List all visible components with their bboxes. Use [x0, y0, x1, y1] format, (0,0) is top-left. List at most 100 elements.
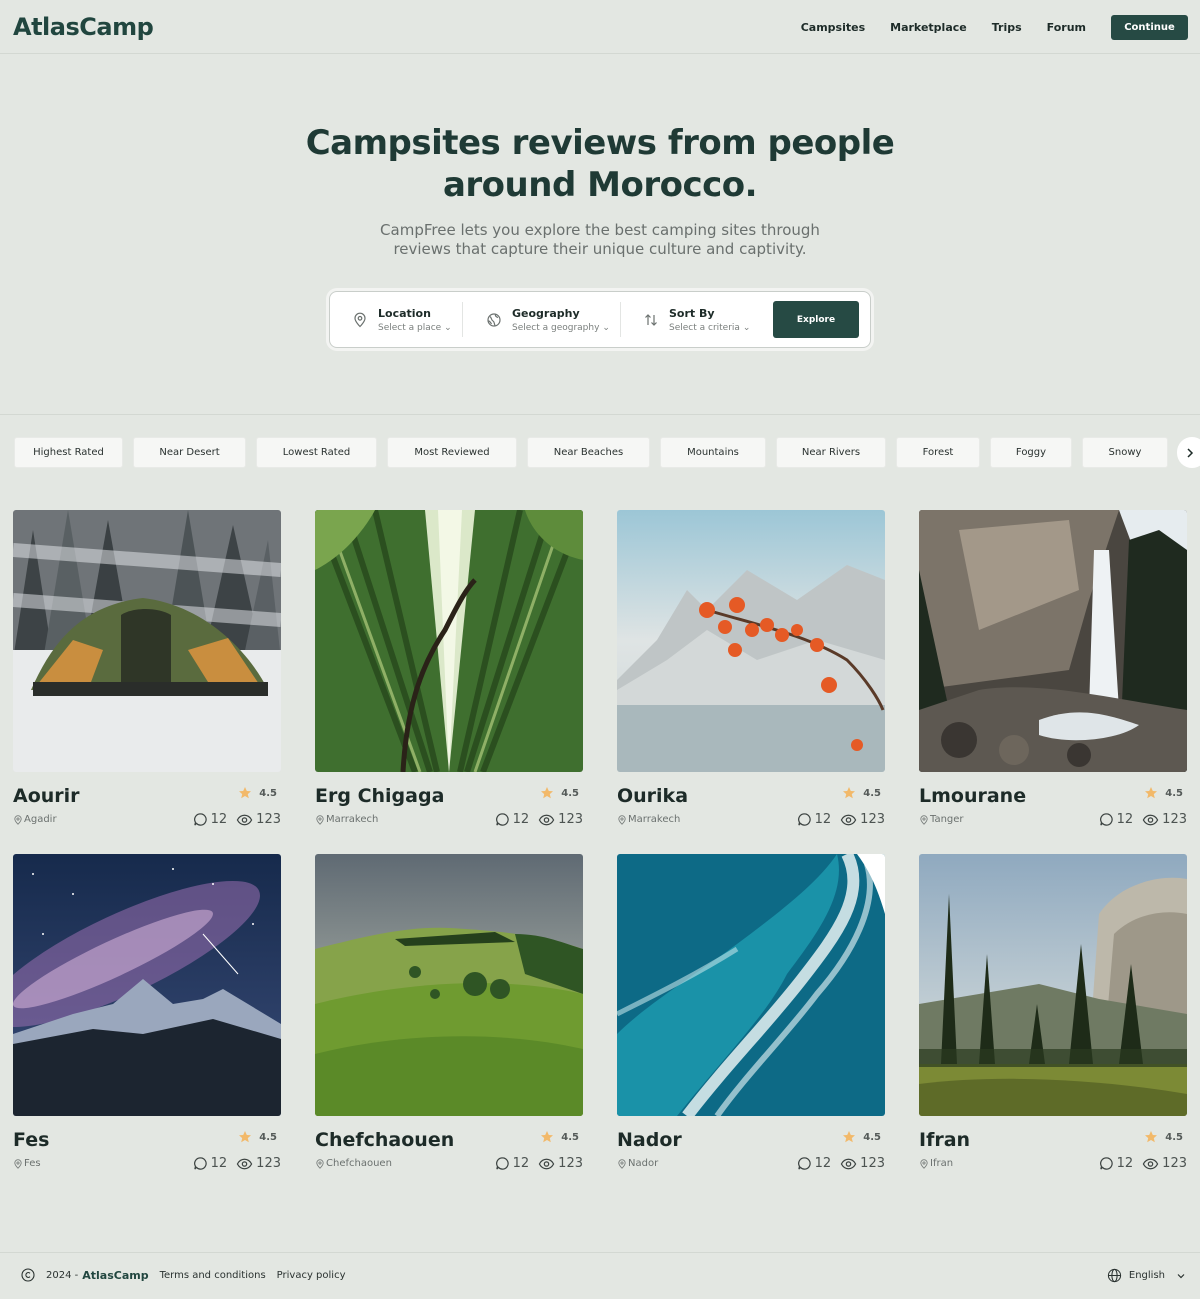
map-pin-icon — [617, 815, 627, 825]
divider — [620, 302, 621, 337]
rating: 4.5 — [540, 1130, 579, 1144]
hero-subtitle: CampFree lets you explore the best campi… — [380, 221, 820, 258]
rating: 4.5 — [1144, 1130, 1183, 1144]
map-pin-icon — [919, 1159, 929, 1169]
campsite-card-lmourane[interactable]: Lmourane 4.5 Tanger 12 123 — [919, 510, 1187, 830]
nav-campsites[interactable]: Campsites — [801, 21, 865, 34]
campsite-card-ourika[interactable]: Ourika 4.5 Marrakech 12 123 — [617, 510, 885, 830]
chevron-down-icon: ⌄ — [444, 322, 452, 333]
sort-field[interactable]: Sort By Select a criteria ⌄ — [643, 292, 750, 347]
campsite-location: Nador — [617, 1158, 658, 1169]
view-count: 123 — [860, 812, 885, 827]
comment-icon — [1099, 1156, 1114, 1171]
chip-lowest-rated[interactable]: Lowest Rated — [256, 437, 377, 468]
campsite-card-nador[interactable]: Nador 4.5 Nador 12 123 — [617, 854, 885, 1174]
campsite-stats: 12 123 — [193, 812, 281, 827]
eye-icon — [840, 813, 857, 827]
chip-foggy[interactable]: Foggy — [990, 437, 1072, 468]
nav-trips[interactable]: Trips — [992, 21, 1022, 34]
comment-icon — [797, 1156, 812, 1171]
comment-count: 12 — [210, 1156, 228, 1171]
campsite-location: Ifran — [919, 1158, 953, 1169]
comment-count: 12 — [1116, 1156, 1134, 1171]
campsite-location: Marrakech — [315, 814, 378, 825]
campsite-card-chefchaouen[interactable]: Chefchaouen 4.5 Chefchaouen 12 123 — [315, 854, 583, 1174]
language-label: English — [1128, 1270, 1165, 1281]
view-count: 123 — [1162, 1156, 1187, 1171]
next-categories-button[interactable] — [1177, 437, 1200, 468]
privacy-link[interactable]: Privacy policy — [277, 1270, 346, 1281]
campsite-card-erg-chigaga[interactable]: Erg Chigaga 4.5 Marrakech 12 123 — [315, 510, 583, 830]
chip-snowy[interactable]: Snowy — [1082, 437, 1168, 468]
location-text: Fes — [24, 1158, 41, 1169]
geography-field[interactable]: Geography Select a geography ⌄ — [486, 292, 610, 347]
chip-near-desert[interactable]: Near Desert — [133, 437, 246, 468]
campsite-name: Chefchaouen — [315, 1129, 455, 1151]
footer-left: 2024 - AtlasCamp Terms and conditions Pr… — [21, 1268, 346, 1282]
campsite-name: Nador — [617, 1129, 682, 1151]
eye-icon — [236, 813, 253, 827]
comment-icon — [495, 812, 510, 827]
view-count: 123 — [558, 1156, 583, 1171]
campsite-image — [919, 854, 1187, 1116]
view-count: 123 — [256, 1156, 281, 1171]
rating-value: 4.5 — [1165, 787, 1183, 799]
eye-icon — [538, 813, 555, 827]
campsite-card-aourir[interactable]: Aourir 4.5 Agadir 12 123 — [13, 510, 281, 830]
chevron-down-icon: ⌄ — [602, 322, 610, 333]
chip-highest-rated[interactable]: Highest Rated — [14, 437, 123, 468]
rating-value: 4.5 — [863, 787, 881, 799]
terms-link[interactable]: Terms and conditions — [160, 1270, 266, 1281]
campsite-name: Ifran — [919, 1129, 971, 1151]
nav-forum[interactable]: Forum — [1047, 21, 1086, 34]
campsite-card-ifran[interactable]: Ifran 4.5 Ifran 12 123 — [919, 854, 1187, 1174]
rating-value: 4.5 — [863, 1131, 881, 1143]
comment-icon — [797, 812, 812, 827]
nav-marketplace[interactable]: Marketplace — [890, 21, 967, 34]
explore-button[interactable]: Explore — [773, 301, 859, 338]
star-icon — [238, 1130, 252, 1144]
star-icon — [842, 786, 856, 800]
comment-count: 12 — [512, 812, 530, 827]
hero-title: Campsites reviews from people around Mor… — [0, 122, 1200, 206]
location-text: Marrakech — [326, 814, 379, 825]
campsite-image — [13, 854, 281, 1116]
language-selector[interactable]: English — [1107, 1268, 1186, 1283]
view-count: 123 — [558, 812, 583, 827]
chevron-down-icon — [1177, 1273, 1185, 1278]
chip-near-beaches[interactable]: Near Beaches — [527, 437, 650, 468]
campsite-image — [617, 854, 885, 1116]
divider — [462, 302, 463, 337]
campsite-stats: 12 123 — [797, 1156, 885, 1171]
chip-most-reviewed[interactable]: Most Reviewed — [387, 437, 517, 468]
campsite-name: Lmourane — [919, 785, 1027, 807]
campsite-location: Chefchaouen — [315, 1158, 392, 1169]
location-field[interactable]: Location Select a place ⌄ — [352, 292, 452, 347]
copyright-icon — [21, 1268, 35, 1282]
campsite-image — [315, 510, 583, 772]
view-count: 123 — [1162, 812, 1187, 827]
campsite-location: Fes — [13, 1158, 41, 1169]
rating-value: 4.5 — [259, 787, 277, 799]
logo[interactable]: AtlasCamp — [13, 13, 154, 41]
star-icon — [540, 786, 554, 800]
star-icon — [1144, 1130, 1158, 1144]
campsite-stats: 12 123 — [495, 1156, 583, 1171]
star-icon — [842, 1130, 856, 1144]
eye-icon — [236, 1157, 253, 1171]
continue-button[interactable]: Continue — [1111, 15, 1188, 40]
campsite-stats: 12 123 — [797, 812, 885, 827]
chip-mountains[interactable]: Mountains — [660, 437, 766, 468]
chip-near-rivers[interactable]: Near Rivers — [776, 437, 886, 468]
comment-icon — [193, 812, 208, 827]
rating-value: 4.5 — [1165, 1131, 1183, 1143]
eye-icon — [1142, 1157, 1159, 1171]
chevron-right-icon — [1187, 447, 1194, 458]
location-text: Marrakech — [628, 814, 681, 825]
rating: 4.5 — [842, 1130, 881, 1144]
campsite-stats: 12 123 — [1099, 1156, 1187, 1171]
campsite-card-fes[interactable]: Fes 4.5 Fes 12 123 — [13, 854, 281, 1174]
chip-forest[interactable]: Forest — [896, 437, 980, 468]
campsite-image — [315, 854, 583, 1116]
eye-icon — [1142, 813, 1159, 827]
